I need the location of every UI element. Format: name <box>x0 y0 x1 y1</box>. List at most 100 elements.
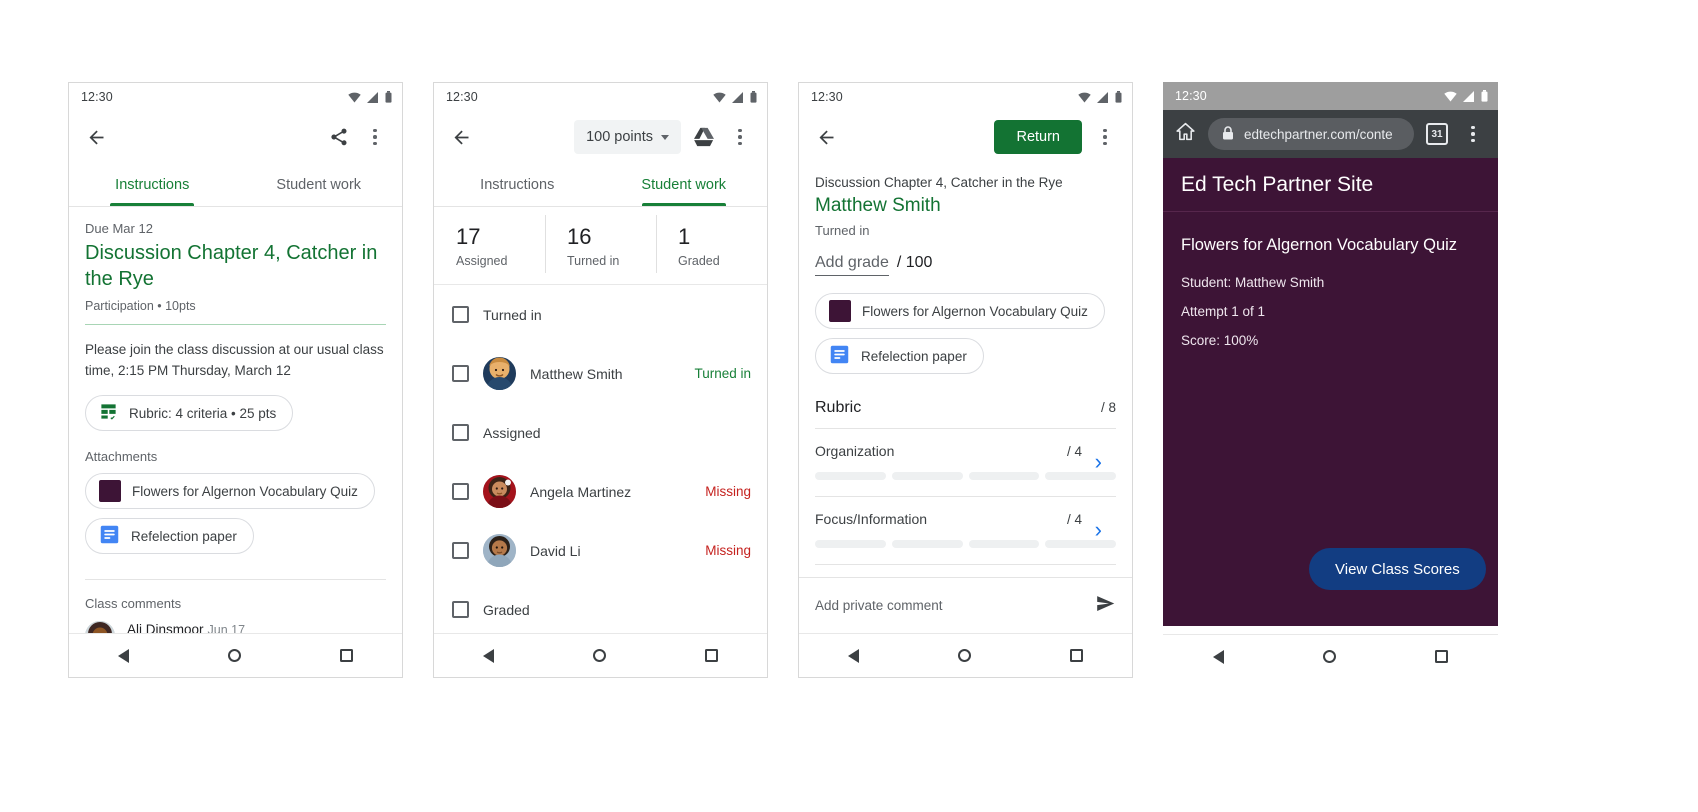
checkbox[interactable] <box>452 483 469 500</box>
points-dropdown[interactable]: 100 points <box>574 120 681 154</box>
criterion-name: Focus/Information <box>815 511 928 527</box>
rubric-chip-label: Rubric: 4 criteria • 25 pts <box>129 405 277 421</box>
level-bar[interactable] <box>891 472 963 480</box>
nav-recents-icon[interactable] <box>1435 650 1449 663</box>
level-bar[interactable] <box>968 540 1040 548</box>
url-bar[interactable]: edtechpartner.com/conte <box>1208 118 1414 150</box>
status-bar: 12:30 <box>1163 82 1498 110</box>
purple-square-icon <box>829 300 851 322</box>
tab-instructions[interactable]: Instructions <box>434 163 601 206</box>
level-bar[interactable] <box>891 540 963 548</box>
rubric-criterion[interactable]: Focus/Information / 4 › <box>815 497 1116 548</box>
tab-bar: Instructions Student work <box>434 163 767 207</box>
nav-home-icon[interactable] <box>227 649 241 662</box>
phone-panel-browser: 12:30 edtechpartner.com/conte 31 Ed Tech… <box>1163 82 1498 678</box>
grade-input[interactable]: Add grade <box>815 254 889 276</box>
back-arrow-icon[interactable] <box>813 124 839 150</box>
quiz-title: Flowers for Algernon Vocabulary Quiz <box>1181 236 1458 254</box>
nav-back-icon[interactable] <box>1212 649 1224 664</box>
checkbox[interactable] <box>452 424 469 441</box>
level-bar[interactable] <box>1045 540 1116 548</box>
rubric-criterion[interactable]: Organization / 4 › <box>815 429 1116 480</box>
return-button[interactable]: Return <box>994 120 1082 154</box>
battery-icon <box>385 91 392 103</box>
checkbox[interactable] <box>452 365 469 382</box>
criterion-header: Focus/Information / 4 <box>815 511 1116 527</box>
nav-recents-icon[interactable] <box>704 649 718 662</box>
android-nav-bar <box>434 633 767 677</box>
screenshot-stage: 12:30 Instructions Student work Due Mar … <box>0 0 1698 812</box>
criterion-levels <box>815 540 1116 548</box>
share-icon[interactable] <box>326 124 352 150</box>
rubric-header: Rubric / 8 <box>815 399 1116 417</box>
status-badge: Missing <box>705 543 751 558</box>
stat-label: Assigned <box>456 254 508 268</box>
status-badge: Turned in <box>694 366 751 381</box>
grading-body: Discussion Chapter 4, Catcher in the Rye… <box>799 163 1132 565</box>
tab-student-work[interactable]: Student work <box>601 163 768 206</box>
list-item[interactable]: Graded <box>434 580 767 639</box>
google-drive-icon[interactable] <box>691 124 717 150</box>
google-docs-icon <box>829 344 850 368</box>
level-bar[interactable] <box>968 472 1040 480</box>
level-bar[interactable] <box>815 540 886 548</box>
site-body: Flowers for Algernon Vocabulary Quiz Stu… <box>1163 212 1498 348</box>
detail-attempt: Attempt 1 of 1 <box>1181 304 1266 319</box>
nav-home-icon[interactable] <box>1322 650 1336 663</box>
attachment-doc[interactable]: Refelection paper <box>85 518 254 554</box>
student-name: Matthew Smith <box>815 195 941 216</box>
more-vert-icon[interactable] <box>1460 121 1486 147</box>
attachments-label: Attachments <box>85 449 158 464</box>
checkbox[interactable] <box>452 601 469 618</box>
list-item[interactable]: Assigned <box>434 403 767 462</box>
student-name: Angela Martinez <box>530 483 632 500</box>
send-icon[interactable] <box>1095 593 1116 619</box>
divider <box>85 324 386 325</box>
more-vert-icon[interactable] <box>727 124 753 150</box>
tab-instructions[interactable]: Instructions <box>69 163 236 206</box>
signal-icon <box>367 91 379 103</box>
checkbox[interactable] <box>452 542 469 559</box>
avatar <box>483 475 516 508</box>
back-arrow-icon[interactable] <box>83 124 109 150</box>
nav-recents-icon[interactable] <box>339 649 353 662</box>
table-row[interactable]: David Li Missing <box>434 521 767 580</box>
more-vert-icon[interactable] <box>1092 124 1118 150</box>
home-icon[interactable] <box>1175 121 1196 147</box>
private-comment-input[interactable]: Add private comment <box>815 598 943 613</box>
rubric-total: / 8 <box>1100 400 1116 415</box>
nav-home-icon[interactable] <box>957 649 971 662</box>
due-date: Due Mar 12 <box>85 221 153 236</box>
table-row[interactable]: Matthew Smith Turned in <box>434 344 767 403</box>
attachment-quiz[interactable]: Flowers for Algernon Vocabulary Quiz <box>85 473 375 509</box>
view-class-scores-button[interactable]: View Class Scores <box>1309 548 1486 590</box>
rubric-title: Rubric <box>815 399 862 416</box>
tab-student-work[interactable]: Student work <box>236 163 403 206</box>
attachment-quiz[interactable]: Flowers for Algernon Vocabulary Quiz <box>815 293 1105 329</box>
chevron-right-icon[interactable]: › <box>1095 451 1102 473</box>
avatar <box>483 534 516 567</box>
student-name: Matthew Smith <box>530 365 623 382</box>
list-item[interactable]: Turned in <box>434 285 767 344</box>
wifi-icon <box>1444 91 1457 102</box>
table-row[interactable]: Angela Martinez Missing <box>434 462 767 521</box>
rubric-chip[interactable]: Rubric: 4 criteria • 25 pts <box>85 395 294 431</box>
nav-back-icon[interactable] <box>848 648 860 663</box>
back-arrow-icon[interactable] <box>448 124 474 150</box>
nav-back-icon[interactable] <box>118 648 130 663</box>
level-bar[interactable] <box>815 472 886 480</box>
nav-home-icon[interactable] <box>592 649 606 662</box>
attachment-doc[interactable]: Refelection paper <box>815 338 984 374</box>
nav-recents-icon[interactable] <box>1069 649 1083 662</box>
status-time: 12:30 <box>446 90 478 104</box>
level-bar[interactable] <box>1045 472 1116 480</box>
android-nav-bar <box>799 633 1132 677</box>
status-icons <box>1078 91 1122 103</box>
tab-count-button[interactable]: 31 <box>1426 123 1448 145</box>
criterion-levels <box>815 472 1116 480</box>
app-bar: 100 points <box>434 111 767 163</box>
checkbox[interactable] <box>452 306 469 323</box>
nav-back-icon[interactable] <box>483 648 495 663</box>
chevron-right-icon[interactable]: › <box>1095 519 1102 541</box>
more-vert-icon[interactable] <box>362 124 388 150</box>
